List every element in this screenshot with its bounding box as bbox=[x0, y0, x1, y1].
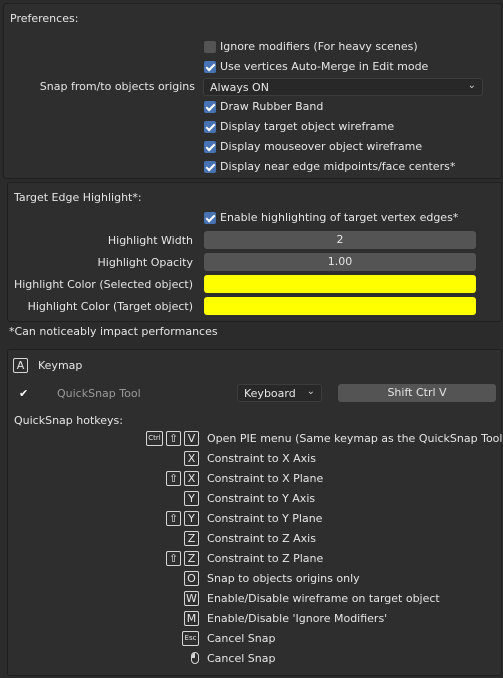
hotkey-keys: Esc bbox=[179, 631, 199, 646]
auto-merge-checkbox[interactable] bbox=[204, 61, 216, 73]
key-o-icon: O bbox=[184, 571, 199, 586]
color-selected-label: Highlight Color (Selected object) bbox=[13, 278, 193, 291]
highlight-width-label: Highlight Width bbox=[107, 234, 193, 247]
key-x-icon: X bbox=[184, 451, 199, 466]
hotkey-keys: ⇧ Z bbox=[163, 551, 199, 566]
key-y-icon: Y bbox=[184, 491, 199, 506]
hotkey-description: Enable/Disable wireframe on target objec… bbox=[207, 592, 440, 605]
hotkey-description: Constraint to X Axis bbox=[207, 452, 316, 465]
hotkey-keys bbox=[188, 651, 199, 666]
edge-highlight-panel: Target Edge Highlight*: Enable highlight… bbox=[7, 182, 502, 322]
rubber-band-checkbox[interactable] bbox=[204, 101, 216, 113]
target-wireframe-label: Display target object wireframe bbox=[220, 120, 395, 133]
color-target-label: Highlight Color (Target object) bbox=[27, 300, 193, 313]
hotkey-description: Enable/Disable 'Ignore Modifiers' bbox=[207, 612, 388, 625]
input-type-dropdown[interactable]: Keyboard ⌄ bbox=[237, 384, 322, 402]
hotkey-description: Constraint to Z Plane bbox=[207, 552, 324, 565]
performance-footnote: *Can noticeably impact performances bbox=[9, 325, 218, 338]
ignore-modifiers-checkbox[interactable] bbox=[204, 41, 216, 53]
shift-icon: ⇧ bbox=[166, 431, 181, 446]
enable-highlight-label: Enable highlighting of target vertex edg… bbox=[220, 211, 459, 224]
hotkey-keys: O bbox=[181, 571, 199, 586]
key-w-icon: W bbox=[184, 591, 199, 606]
edge-highlight-title: Target Edge Highlight*: bbox=[14, 191, 142, 204]
hotkey-description: Constraint to Y Plane bbox=[207, 512, 323, 525]
key-z-icon: Z bbox=[184, 531, 199, 546]
shift-icon: ⇧ bbox=[166, 471, 181, 486]
key-y-icon: Y bbox=[184, 511, 199, 526]
snap-origins-value: Always ON bbox=[210, 81, 269, 94]
quicksnap-tool-label: QuickSnap Tool bbox=[57, 387, 141, 400]
quicksnap-tool-checkbox[interactable]: ✔ bbox=[19, 387, 31, 401]
shortcut-button[interactable]: Shift Ctrl V bbox=[338, 384, 496, 402]
highlight-opacity-label: Highlight Opacity bbox=[97, 256, 193, 269]
key-esc-icon: Esc bbox=[182, 631, 199, 646]
hotkey-keys: ⇧ X bbox=[163, 471, 199, 486]
mouse-right-icon bbox=[191, 652, 199, 664]
shift-icon: ⇧ bbox=[166, 551, 181, 566]
target-wireframe-checkbox[interactable] bbox=[204, 121, 216, 133]
near-edge-checkbox[interactable] bbox=[204, 161, 216, 173]
hotkey-keys: X bbox=[181, 451, 199, 466]
hotkey-description: Constraint to Z Axis bbox=[207, 532, 316, 545]
preferences-panel: Preferences: Ignore modifiers (For heavy… bbox=[3, 3, 502, 179]
enable-highlight-checkbox[interactable] bbox=[204, 212, 216, 224]
rubber-band-label: Draw Rubber Band bbox=[220, 100, 324, 113]
hotkey-description: Open PIE menu (Same keymap as the QuickS… bbox=[207, 432, 503, 445]
hotkey-keys: Ctrl ⇧ V bbox=[143, 431, 199, 446]
key-x-icon: X bbox=[184, 471, 199, 486]
keymap-a-key-icon: A bbox=[13, 358, 28, 373]
key-z-icon: Z bbox=[184, 551, 199, 566]
snap-origins-label: Snap from/to objects origins bbox=[39, 80, 195, 93]
near-edge-label: Display near edge midpoints/face centers… bbox=[220, 160, 456, 173]
key-m-icon: M bbox=[184, 611, 199, 626]
preferences-title: Preferences: bbox=[10, 12, 79, 25]
hotkey-description: Cancel Snap bbox=[207, 652, 276, 665]
mouseover-wireframe-label: Display mouseover object wireframe bbox=[220, 140, 423, 153]
key-v-icon: V bbox=[184, 431, 199, 446]
hotkey-description: Snap to objects origins only bbox=[207, 572, 360, 585]
hotkey-keys: M bbox=[181, 611, 199, 626]
highlight-opacity-field[interactable]: 1.00 bbox=[204, 253, 476, 271]
input-type-value: Keyboard bbox=[244, 387, 296, 400]
snap-origins-dropdown[interactable]: Always ON ⌄ bbox=[203, 78, 483, 96]
hotkey-keys: Z bbox=[181, 531, 199, 546]
hotkeys-title: QuickSnap hotkeys: bbox=[14, 414, 123, 427]
hotkey-keys: Y bbox=[181, 491, 199, 506]
hotkey-description: Constraint to X Plane bbox=[207, 472, 324, 485]
shift-icon: ⇧ bbox=[166, 511, 181, 526]
keymap-title: Keymap bbox=[38, 359, 83, 372]
auto-merge-label: Use vertices Auto-Merge in Edit mode bbox=[220, 60, 429, 73]
hotkey-description: Cancel Snap bbox=[207, 632, 276, 645]
color-target-swatch[interactable] bbox=[204, 297, 476, 315]
highlight-width-field[interactable]: 2 bbox=[204, 231, 476, 249]
chevron-down-icon: ⌄ bbox=[467, 80, 476, 91]
ignore-modifiers-label: Ignore modifiers (For heavy scenes) bbox=[220, 40, 418, 53]
chevron-down-icon: ⌄ bbox=[306, 386, 315, 397]
hotkey-keys: ⇧ Y bbox=[163, 511, 199, 526]
color-selected-swatch[interactable] bbox=[204, 275, 476, 293]
mouseover-wireframe-checkbox[interactable] bbox=[204, 141, 216, 153]
hotkey-description: Constraint to Y Axis bbox=[207, 492, 316, 505]
key-ctrl-icon: Ctrl bbox=[146, 431, 163, 446]
hotkey-keys: W bbox=[181, 591, 199, 606]
